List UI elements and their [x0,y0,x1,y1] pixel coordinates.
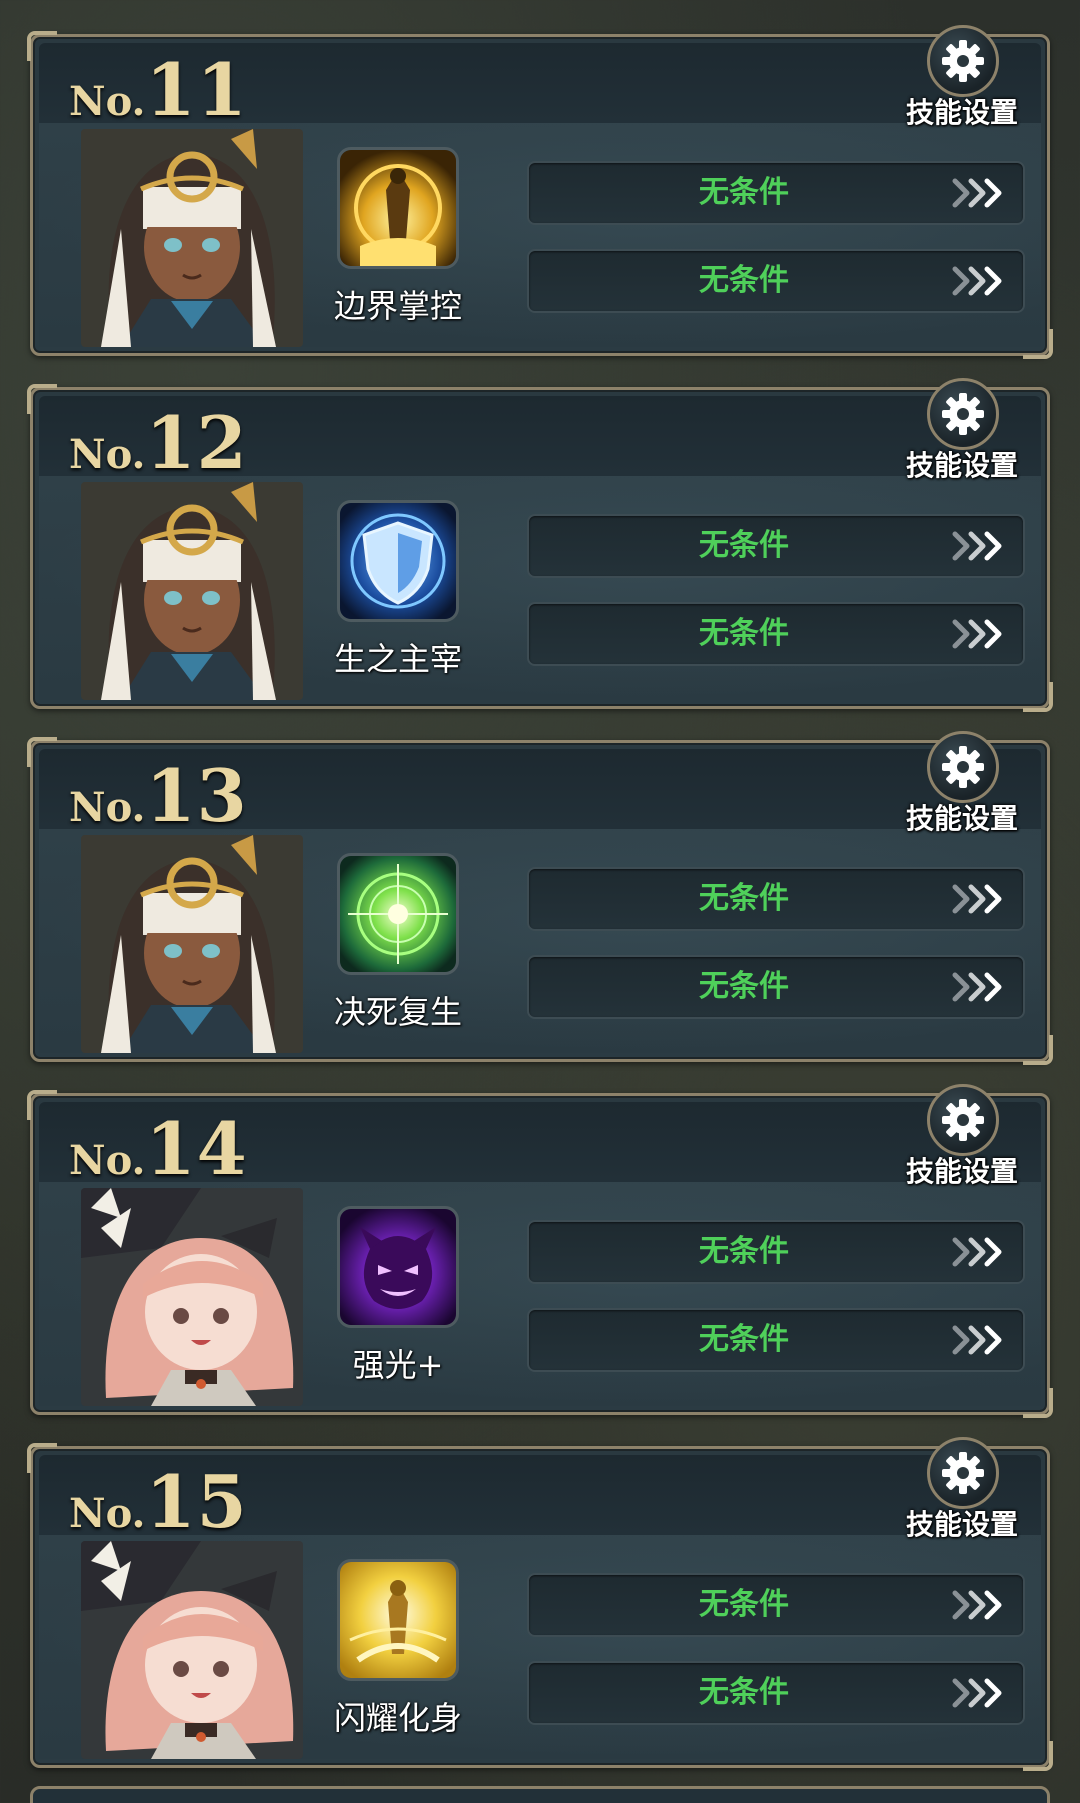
condition-label: 无条件 [699,175,789,210]
skill-info: 边界掌控 [323,147,473,347]
condition-selector[interactable]: 无条件 [527,161,1025,225]
golden-radiance-icon[interactable] [337,1559,459,1681]
triple-chevron-right-icon [952,266,1002,296]
skill-slot-card: No.12 技能设置 生之主宰 无条件 无条件 [27,378,1053,712]
golden-warrior-icon[interactable] [337,147,459,269]
condition-label: 无条件 [699,1675,789,1710]
triple-chevron-right-icon [952,884,1002,914]
skill-info: 强光+ [323,1206,473,1406]
green-orb-icon[interactable] [337,853,459,975]
skill-settings-button[interactable]: 技能设置 [897,731,1027,841]
condition-label: 无条件 [699,881,789,916]
gear-icon [927,1437,999,1509]
skill-slot-card: No.11 技能设置 边界掌控 无条件 无条件 [27,25,1053,359]
slot-number: No.12 [69,400,248,485]
skill-info: 生之主宰 [323,500,473,700]
triple-chevron-right-icon [952,531,1002,561]
skill-name: 决死复生 [333,993,462,1031]
condition-label: 无条件 [699,263,789,298]
condition-selector[interactable]: 无条件 [527,1661,1025,1725]
skill-info: 决死复生 [323,853,473,1053]
skill-info: 闪耀化身 [323,1559,473,1759]
triple-chevron-right-icon [952,1325,1002,1355]
purple-demon-icon[interactable] [337,1206,459,1328]
character-portrait[interactable] [81,1541,303,1759]
gear-icon [927,731,999,803]
skill-settings-label: 技能设置 [905,449,1018,482]
condition-selector[interactable]: 无条件 [527,1308,1025,1372]
condition-selector[interactable]: 无条件 [527,249,1025,313]
slot-number: No.15 [69,1459,248,1544]
skill-settings-button[interactable]: 技能设置 [897,378,1027,488]
condition-label: 无条件 [699,616,789,651]
skill-slot-card: No.13 技能设置 决死复生 无条件 无条件 [27,731,1053,1065]
skill-settings-label: 技能设置 [905,96,1018,129]
triple-chevron-right-icon [952,1678,1002,1708]
slot-number: No.14 [69,1106,248,1191]
skill-settings-button[interactable]: 技能设置 [897,25,1027,135]
condition-selector[interactable]: 无条件 [527,955,1025,1019]
condition-label: 无条件 [699,969,789,1004]
character-portrait[interactable] [81,835,303,1053]
skill-slot-card: No.14 技能设置 强光+ 无条件 无条件 [27,1084,1053,1418]
condition-selector[interactable]: 无条件 [527,867,1025,931]
skill-name: 强光+ [352,1346,444,1384]
condition-selector[interactable]: 无条件 [527,1220,1025,1284]
triple-chevron-right-icon [952,1237,1002,1267]
skill-settings-label: 技能设置 [905,802,1018,835]
triple-chevron-right-icon [952,1590,1002,1620]
condition-label: 无条件 [699,1234,789,1269]
condition-label: 无条件 [699,1322,789,1357]
skill-settings-button[interactable]: 技能设置 [897,1437,1027,1547]
skill-settings-button[interactable]: 技能设置 [897,1084,1027,1194]
condition-selector[interactable]: 无条件 [527,514,1025,578]
triple-chevron-right-icon [952,972,1002,1002]
condition-selector[interactable]: 无条件 [527,602,1025,666]
next-card-peek [30,1786,1050,1803]
skill-name: 闪耀化身 [333,1699,462,1737]
slot-number: No.11 [69,47,248,132]
condition-selector[interactable]: 无条件 [527,1573,1025,1637]
slot-number: No.13 [69,753,248,838]
skill-settings-label: 技能设置 [905,1155,1018,1188]
triple-chevron-right-icon [952,619,1002,649]
character-portrait[interactable] [81,1188,303,1406]
condition-label: 无条件 [699,1587,789,1622]
blue-shield-icon[interactable] [337,500,459,622]
skill-slot-list: No.11 技能设置 边界掌控 无条件 无条件 No.12 技能设置 生之主宰 … [0,0,1080,1803]
condition-label: 无条件 [699,528,789,563]
triple-chevron-right-icon [952,178,1002,208]
skill-slot-card: No.15 技能设置 闪耀化身 无条件 无条件 [27,1437,1053,1771]
skill-name: 生之主宰 [333,640,462,678]
gear-icon [927,25,999,97]
character-portrait[interactable] [81,482,303,700]
skill-settings-label: 技能设置 [905,1508,1018,1541]
character-portrait[interactable] [81,129,303,347]
skill-name: 边界掌控 [333,287,462,325]
gear-icon [927,1084,999,1156]
gear-icon [927,378,999,450]
